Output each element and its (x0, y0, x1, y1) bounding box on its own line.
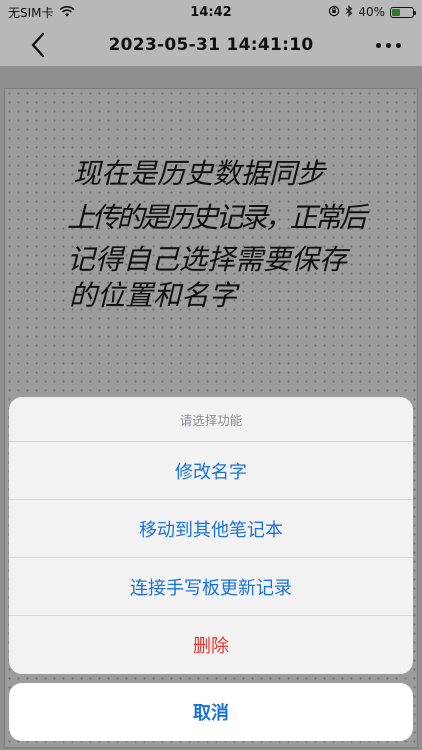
orientation-lock-icon (328, 5, 340, 20)
handwriting-line: 上传的是历史记录，正常后 (67, 201, 370, 234)
action-sheet-title: 请选择功能 (9, 397, 413, 442)
battery-icon (390, 6, 416, 18)
handwriting-line: 记得自己选择需要保存 (67, 243, 351, 276)
more-icon-dot (385, 42, 391, 48)
delete-button[interactable]: 删除 (9, 616, 413, 674)
battery-percent: 40% (358, 5, 385, 19)
handwriting-strokes: 现在是历史数据同步 上传的是历史记录，正常后 记得自己选择需要保存 的位置和名字 (67, 157, 370, 309)
navigation-bar: 2023-05-31 14:41:10 (0, 24, 422, 66)
connect-tablet-update-button[interactable]: 连接手写板更新记录 (9, 558, 413, 616)
move-to-notebook-button[interactable]: 移动到其他笔记本 (9, 500, 413, 558)
handwriting-line: 的位置和名字 (69, 279, 240, 309)
bluetooth-icon (345, 4, 353, 20)
status-right: 40% (328, 4, 416, 20)
chevron-left-icon (31, 32, 45, 58)
handwriting-line: 现在是历史数据同步 (73, 157, 327, 190)
more-icon (375, 42, 381, 48)
battery-fill (392, 8, 400, 16)
more-button[interactable] (368, 32, 408, 58)
carrier-label: 无SIM卡 (8, 5, 54, 20)
wifi-icon (59, 5, 75, 20)
more-icon-dot (395, 42, 401, 48)
back-button[interactable] (22, 30, 54, 60)
page-title: 2023-05-31 14:41:10 (108, 35, 314, 55)
status-left: 无SIM卡 (8, 4, 75, 21)
rename-button[interactable]: 修改名字 (9, 442, 413, 500)
action-sheet: 请选择功能 修改名字 移动到其他笔记本 连接手写板更新记录 删除 (9, 397, 413, 674)
status-bar: 无SIM卡 14:42 40% (0, 0, 422, 24)
cancel-button[interactable]: 取消 (9, 683, 413, 741)
